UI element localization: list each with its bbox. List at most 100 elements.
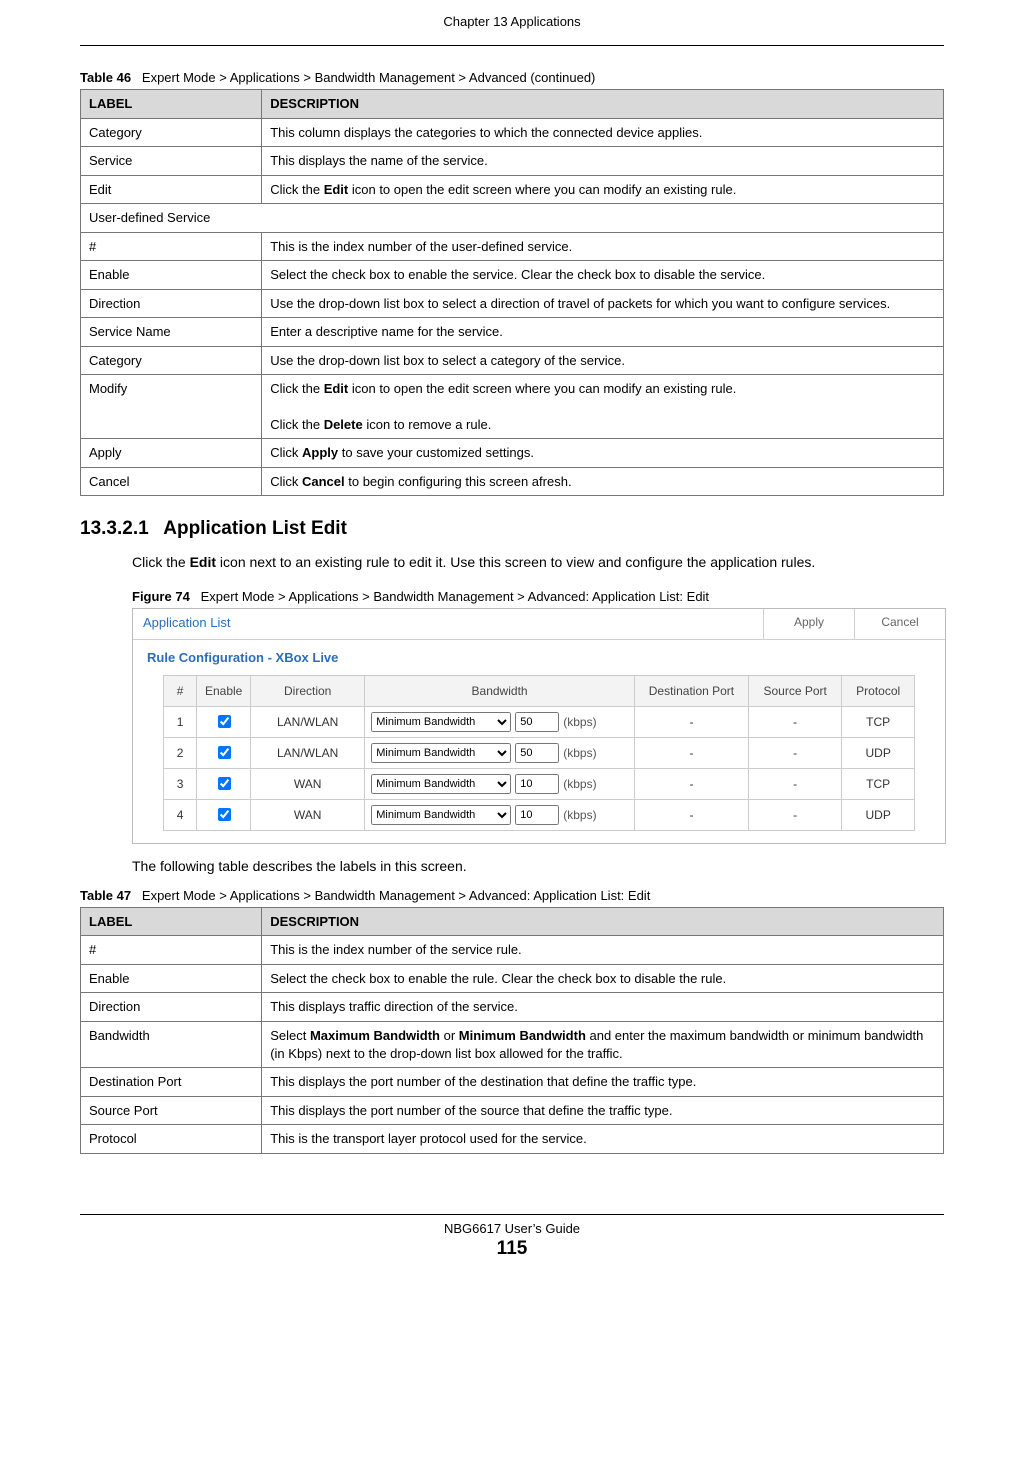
rule-row-enable-cell — [197, 706, 251, 737]
rule-row: 4WANMinimum Bandwidth(kbps)--UDP — [164, 799, 915, 830]
rule-row-bandwidth-cell: Minimum Bandwidth (kbps) — [365, 706, 635, 737]
table-row-desc: Select Maximum Bandwidth or Minimum Band… — [262, 1021, 944, 1067]
section-p2: The following table describes the labels… — [132, 856, 944, 876]
table-row-desc: Use the drop-down list box to select a c… — [262, 346, 944, 375]
table-row-label: Direction — [81, 289, 262, 318]
table-row: Source PortThis displays the port number… — [81, 1096, 944, 1125]
rule-enable-checkbox[interactable] — [218, 808, 231, 821]
rule-row-sport: - — [749, 706, 842, 737]
table-row: ApplyClick Apply to save your customized… — [81, 439, 944, 468]
apply-button[interactable]: Apply — [763, 609, 854, 639]
table-row-desc: This displays the port number of the sou… — [262, 1096, 944, 1125]
table-row: CategoryUse the drop-down list box to se… — [81, 346, 944, 375]
table-row-desc: Click the Edit icon to open the edit scr… — [262, 375, 944, 439]
bandwidth-select[interactable]: Minimum Bandwidth — [371, 805, 511, 825]
bandwidth-select[interactable]: Minimum Bandwidth — [371, 774, 511, 794]
kbps-label: (kbps) — [563, 715, 596, 729]
table-row-label: Destination Port — [81, 1068, 262, 1097]
figure74-caption-text: Expert Mode > Applications > Bandwidth M… — [201, 589, 709, 604]
rule-row-proto: UDP — [842, 737, 915, 768]
table-row-desc: This is the index number of the service … — [262, 936, 944, 965]
rule-enable-checkbox[interactable] — [218, 746, 231, 759]
table-row: CategoryThis column displays the categor… — [81, 118, 944, 147]
table-row-label: Source Port — [81, 1096, 262, 1125]
rule-row-bandwidth-cell: Minimum Bandwidth (kbps) — [365, 768, 635, 799]
rule-row-dport: - — [634, 799, 748, 830]
table-row-desc: Enter a descriptive name for the service… — [262, 318, 944, 347]
rule-enable-checkbox[interactable] — [218, 715, 231, 728]
table46: LABEL DESCRIPTION CategoryThis column di… — [80, 89, 944, 496]
table-row: EnableSelect the check box to enable the… — [81, 261, 944, 290]
table-row-label: # — [81, 232, 262, 261]
rule-row-enable-cell — [197, 768, 251, 799]
table-row: #This is the index number of the service… — [81, 936, 944, 965]
table47-head-desc: DESCRIPTION — [262, 907, 944, 936]
table-row-label: Apply — [81, 439, 262, 468]
table-row-label: Bandwidth — [81, 1021, 262, 1067]
rule-row: 3WANMinimum Bandwidth(kbps)--TCP — [164, 768, 915, 799]
table-row-desc: This displays the name of the service. — [262, 147, 944, 176]
table47-caption-prefix: Table 47 — [80, 888, 131, 903]
table47-head-label: LABEL — [81, 907, 262, 936]
kbps-label: (kbps) — [563, 808, 596, 822]
table-row: ServiceThis displays the name of the ser… — [81, 147, 944, 176]
kbps-label: (kbps) — [563, 746, 596, 760]
table-row: EnableSelect the check box to enable the… — [81, 964, 944, 993]
footer-rule — [80, 1214, 944, 1215]
table47-caption: Table 47 Expert Mode > Applications > Ba… — [80, 888, 944, 903]
table-row-desc: This column displays the categories to w… — [262, 118, 944, 147]
table-row-label: # — [81, 936, 262, 965]
rule-row-sport: - — [749, 768, 842, 799]
rule-row-bandwidth-cell: Minimum Bandwidth (kbps) — [365, 799, 635, 830]
section-number: 13.3.2.1 — [80, 518, 149, 539]
rule-row-idx: 2 — [164, 737, 197, 768]
footer-guide: NBG6617 User’s Guide — [80, 1221, 944, 1236]
figure74-caption: Figure 74 Expert Mode > Applications > B… — [132, 589, 944, 604]
rule-row-dport: - — [634, 706, 748, 737]
table-row-label: Category — [81, 118, 262, 147]
table-row: Service NameEnter a descriptive name for… — [81, 318, 944, 347]
figure74: Application List Apply Cancel Rule Confi… — [132, 608, 946, 844]
rule-row-bandwidth-cell: Minimum Bandwidth (kbps) — [365, 737, 635, 768]
table-row-label: Category — [81, 346, 262, 375]
section-title: Application List Edit — [163, 518, 347, 539]
table-row-label: Edit — [81, 175, 262, 204]
rule-row-enable-cell — [197, 737, 251, 768]
table-row: User-defined Service — [81, 204, 944, 233]
col-bandwidth: Bandwidth — [365, 675, 635, 706]
rule-row: 2LAN/WLANMinimum Bandwidth(kbps)--UDP — [164, 737, 915, 768]
table-row-desc: Click Apply to save your customized sett… — [262, 439, 944, 468]
table-row-label: Direction — [81, 993, 262, 1022]
cancel-button[interactable]: Cancel — [854, 609, 945, 639]
table46-caption: Table 46 Expert Mode > Applications > Ba… — [80, 70, 944, 85]
table-row: EditClick the Edit icon to open the edit… — [81, 175, 944, 204]
table47-caption-text: Expert Mode > Applications > Bandwidth M… — [142, 888, 650, 903]
table47: LABEL DESCRIPTION #This is the index num… — [80, 907, 944, 1154]
table-row: ProtocolThis is the transport layer prot… — [81, 1125, 944, 1154]
rule-enable-checkbox[interactable] — [218, 777, 231, 790]
col-direction: Direction — [251, 675, 365, 706]
bandwidth-select[interactable]: Minimum Bandwidth — [371, 743, 511, 763]
bandwidth-value-input[interactable] — [515, 774, 559, 794]
col-dport: Destination Port — [634, 675, 748, 706]
bandwidth-select[interactable]: Minimum Bandwidth — [371, 712, 511, 732]
table-row: DirectionUse the drop-down list box to s… — [81, 289, 944, 318]
table-row: CancelClick Cancel to begin configuring … — [81, 467, 944, 496]
table-row-desc: This displays traffic direction of the s… — [262, 993, 944, 1022]
rule-row-enable-cell — [197, 799, 251, 830]
rule-row-direction: LAN/WLAN — [251, 706, 365, 737]
table-row-label: Enable — [81, 261, 262, 290]
table-row: DirectionThis displays traffic direction… — [81, 993, 944, 1022]
bandwidth-value-input[interactable] — [515, 743, 559, 763]
figure-topbar: Application List Apply Cancel — [133, 609, 945, 640]
application-list-tab[interactable]: Application List — [133, 609, 763, 639]
header-rule — [80, 45, 944, 46]
table-row-desc: Click the Edit icon to open the edit scr… — [262, 175, 944, 204]
kbps-label: (kbps) — [563, 777, 596, 791]
bandwidth-value-input[interactable] — [515, 805, 559, 825]
col-idx: # — [164, 675, 197, 706]
bandwidth-value-input[interactable] — [515, 712, 559, 732]
rule-row-idx: 3 — [164, 768, 197, 799]
table46-head-label: LABEL — [81, 90, 262, 119]
col-sport: Source Port — [749, 675, 842, 706]
